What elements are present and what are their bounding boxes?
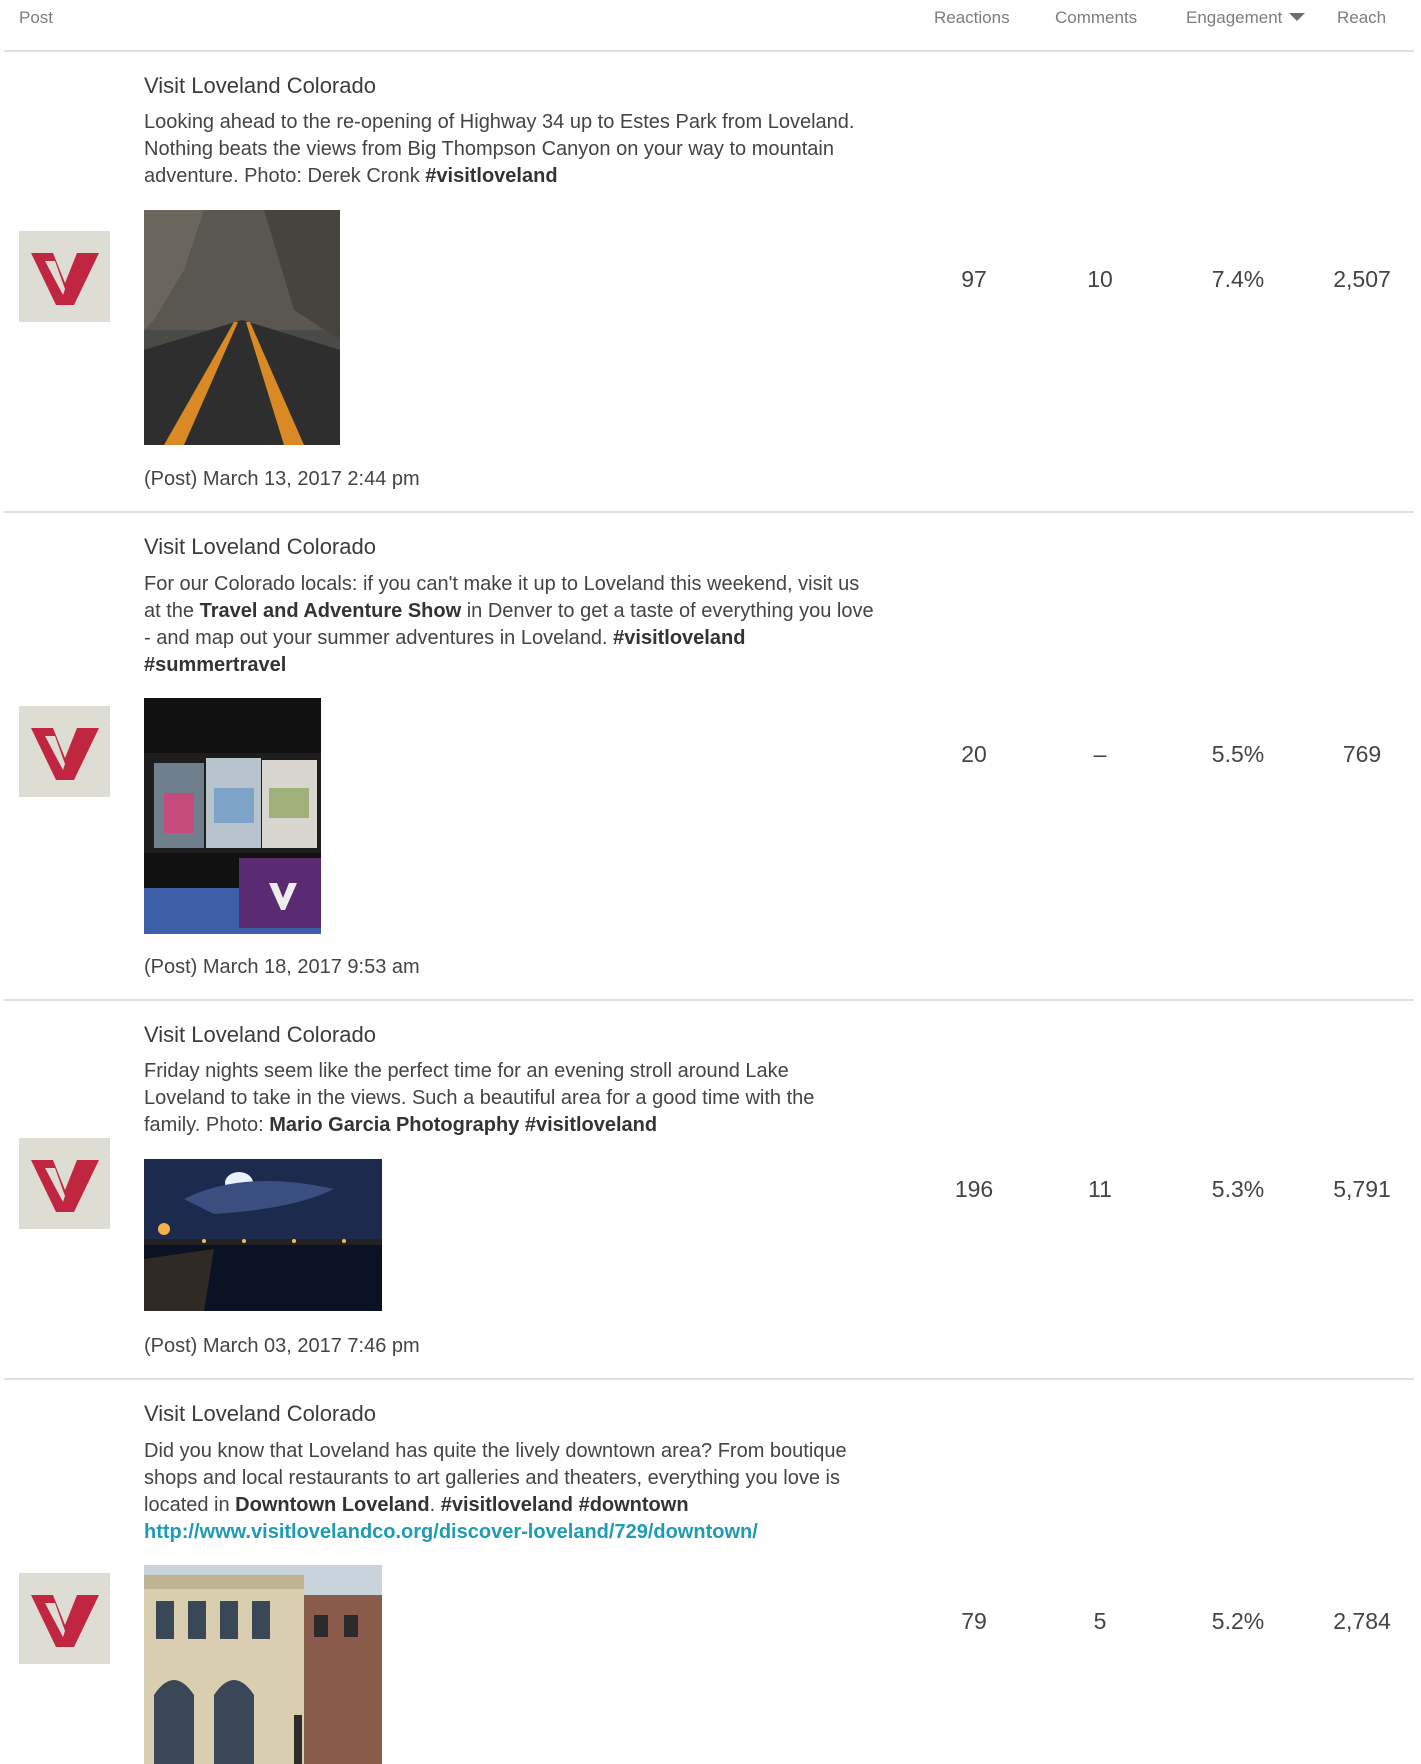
avatar — [19, 1138, 110, 1229]
column-header-engagement[interactable]: Engagement — [1186, 8, 1306, 28]
column-header-engagement-label: Engagement — [1186, 8, 1283, 27]
engagement-value: 5.3% — [1211, 1176, 1265, 1202]
post-date: (Post) March 13, 2017 2:44 pm — [144, 468, 420, 490]
row-divider — [4, 999, 1414, 1001]
reactions-value: 20 — [961, 741, 987, 767]
post-image-expo[interactable] — [144, 698, 321, 934]
engagement-value: 5.5% — [1211, 741, 1265, 767]
post-text-segment: . — [429, 1494, 441, 1516]
post-image-downtown[interactable] — [144, 1565, 382, 1764]
post-url-link[interactable]: http://www.visitlovelandco.org/discover-… — [144, 1521, 758, 1543]
post-author[interactable]: Visit Loveland Colorado — [144, 1022, 376, 1048]
post-date: (Post) March 03, 2017 7:46 pm — [144, 1335, 420, 1357]
reach-value: 2,507 — [1333, 266, 1391, 292]
comments-value: – — [1093, 741, 1107, 767]
engagement-value: 7.4% — [1211, 266, 1265, 292]
hashtag[interactable]: #visitloveland — [425, 165, 557, 187]
post-author[interactable]: Visit Loveland Colorado — [144, 1401, 376, 1427]
comments-value: 5 — [1093, 1608, 1107, 1634]
column-header-comments[interactable]: Comments — [1055, 8, 1137, 28]
engagement-value: 5.2% — [1211, 1608, 1265, 1634]
avatar — [19, 706, 110, 797]
post-image-road[interactable] — [144, 210, 340, 445]
mention-link[interactable]: Mario Garcia Photography #visitloveland — [269, 1114, 657, 1136]
comments-value: 10 — [1087, 266, 1113, 292]
post-author[interactable]: Visit Loveland Colorado — [144, 73, 376, 99]
column-header-reach[interactable]: Reach — [1337, 8, 1386, 28]
reactions-value: 79 — [961, 1608, 987, 1634]
mention-link[interactable]: Travel and Adventure Show — [200, 600, 462, 622]
avatar — [19, 231, 110, 322]
post-image-lake-night[interactable] — [144, 1159, 382, 1311]
reactions-value: 196 — [954, 1176, 994, 1202]
post-text: Did you know that Loveland has quite the… — [144, 1438, 874, 1546]
reactions-value: 97 — [961, 266, 987, 292]
hashtag[interactable]: #visitloveland #downtown — [441, 1494, 689, 1516]
reach-value: 2,784 — [1333, 1608, 1391, 1634]
row-divider — [4, 1378, 1414, 1380]
table-header: Post Reactions Comments Engagement Reach — [0, 0, 1421, 50]
loveland-logo-icon — [31, 253, 99, 305]
post-text: Friday nights seem like the perfect time… — [144, 1058, 874, 1139]
loveland-logo-icon — [31, 728, 99, 780]
post-text: Looking ahead to the re-opening of Highw… — [144, 109, 874, 190]
column-header-post[interactable]: Post — [19, 8, 53, 28]
post-text: For our Colorado locals: if you can't ma… — [144, 571, 874, 679]
loveland-logo-icon — [31, 1595, 99, 1647]
column-header-reactions[interactable]: Reactions — [934, 8, 1010, 28]
avatar — [19, 1573, 110, 1664]
mention-link[interactable]: Downtown Loveland — [235, 1494, 429, 1516]
header-divider — [4, 50, 1414, 52]
post-date: (Post) March 18, 2017 9:53 am — [144, 956, 420, 978]
reach-value: 769 — [1342, 741, 1382, 767]
comments-value: 11 — [1088, 1176, 1112, 1202]
loveland-logo-icon — [31, 1160, 99, 1212]
sort-descending-icon — [1289, 13, 1306, 21]
row-divider — [4, 511, 1414, 513]
post-author[interactable]: Visit Loveland Colorado — [144, 534, 376, 560]
reach-value: 5,791 — [1333, 1176, 1391, 1202]
